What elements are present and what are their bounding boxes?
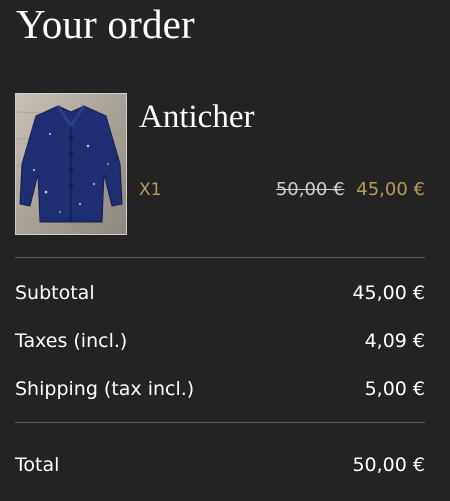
total-label: Total — [15, 454, 60, 476]
total-row: Total 50,00 € — [15, 451, 425, 479]
item-price: 50,00 € 45,00 € — [276, 178, 425, 202]
product-name[interactable]: Anticher — [139, 96, 254, 138]
original-price: 50,00 € — [275, 179, 345, 200]
taxes-row: Taxes (incl.) 4,09 € — [15, 327, 425, 355]
divider — [15, 422, 425, 423]
subtotal-label: Subtotal — [15, 282, 95, 304]
taxes-label: Taxes (incl.) — [15, 330, 128, 352]
sale-price: 45,00 € — [356, 179, 425, 200]
blue-jacket-product-photo-icon — [16, 94, 126, 234]
item-quantity: X1 — [139, 180, 162, 200]
taxes-value: 4,09 € — [364, 330, 425, 352]
product-image[interactable] — [15, 93, 127, 235]
shipping-row: Shipping (tax incl.) 5,00 € — [15, 375, 425, 403]
page-title: Your order — [16, 1, 195, 47]
subtotal-value: 45,00 € — [352, 282, 425, 304]
divider — [15, 257, 425, 258]
shipping-value: 5,00 € — [364, 378, 425, 400]
shipping-label: Shipping (tax incl.) — [15, 378, 195, 400]
total-value: 50,00 € — [352, 454, 425, 476]
subtotal-row: Subtotal 45,00 € — [15, 279, 425, 307]
